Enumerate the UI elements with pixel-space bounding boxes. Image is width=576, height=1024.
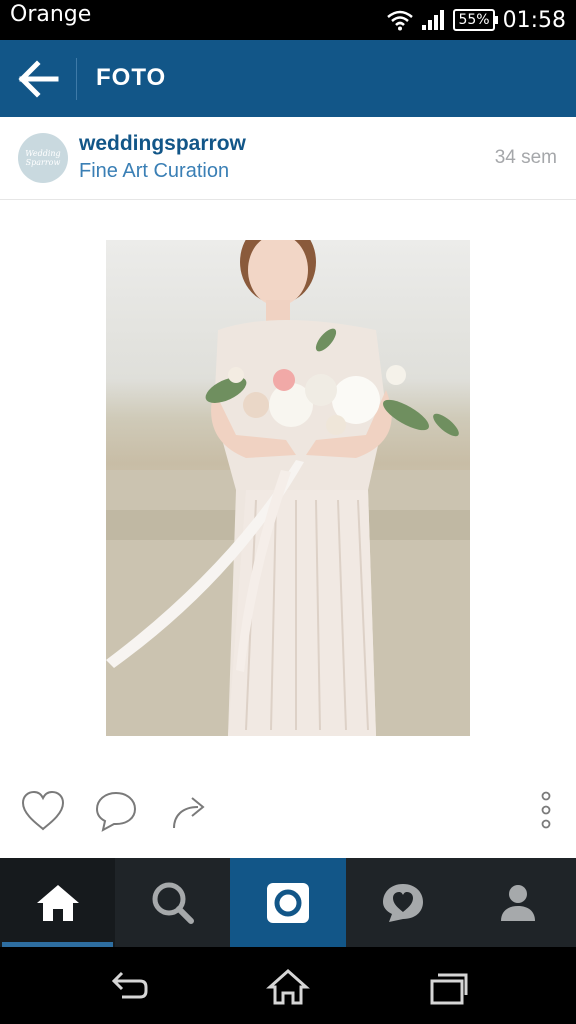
app-bar-divider bbox=[76, 58, 77, 100]
heart-icon bbox=[21, 790, 65, 831]
battery-indicator: 55% bbox=[453, 9, 498, 31]
activity-heart-icon bbox=[383, 883, 424, 922]
nav-activity[interactable] bbox=[346, 858, 461, 947]
post-timestamp: 34 sem bbox=[494, 147, 557, 168]
profile-icon bbox=[501, 884, 536, 921]
recents-icon bbox=[430, 973, 468, 1005]
system-home-button[interactable] bbox=[266, 967, 310, 1007]
comment-button[interactable] bbox=[94, 790, 138, 836]
post-photo[interactable] bbox=[106, 240, 470, 736]
share-button[interactable] bbox=[170, 790, 210, 836]
nav-home[interactable] bbox=[0, 858, 116, 947]
post-username[interactable]: weddingsparrow bbox=[79, 132, 246, 156]
signal-icon bbox=[422, 10, 445, 30]
carrier-name: Orange bbox=[10, 2, 92, 27]
avatar-logo: Wedding Sparrow bbox=[25, 149, 61, 167]
like-button[interactable] bbox=[20, 790, 66, 836]
comment-icon bbox=[95, 791, 137, 832]
more-vertical-icon bbox=[541, 791, 551, 829]
nav-profile[interactable] bbox=[461, 858, 576, 947]
system-back-button[interactable] bbox=[106, 967, 150, 1007]
avatar[interactable]: Wedding Sparrow bbox=[18, 133, 68, 183]
arrow-left-icon bbox=[18, 60, 59, 98]
status-icons: 55% 01:58 bbox=[387, 0, 566, 40]
nav-search[interactable] bbox=[115, 858, 230, 947]
share-icon bbox=[173, 797, 205, 829]
system-recents-button[interactable] bbox=[426, 967, 470, 1007]
camera-icon bbox=[266, 882, 309, 923]
home-icon bbox=[36, 884, 79, 921]
bottom-navigation bbox=[0, 858, 576, 947]
more-options-button[interactable] bbox=[536, 790, 556, 836]
home-icon bbox=[266, 968, 310, 1005]
post-location[interactable]: Fine Art Curation bbox=[79, 160, 229, 183]
page-title: FOTO bbox=[96, 64, 167, 91]
system-navigation-bar bbox=[0, 947, 576, 1024]
clock: 01:58 bbox=[502, 7, 566, 33]
bride-illustration bbox=[106, 240, 470, 736]
search-icon bbox=[152, 882, 194, 924]
wifi-icon bbox=[387, 10, 414, 31]
app-bar: FOTO bbox=[0, 40, 576, 117]
nav-camera[interactable] bbox=[230, 858, 346, 947]
back-icon bbox=[111, 971, 148, 999]
back-button[interactable] bbox=[14, 54, 64, 104]
post-header: Wedding Sparrow weddingsparrow Fine Art C… bbox=[0, 117, 576, 200]
status-bar: Orange 55% 01:58 bbox=[0, 0, 576, 40]
